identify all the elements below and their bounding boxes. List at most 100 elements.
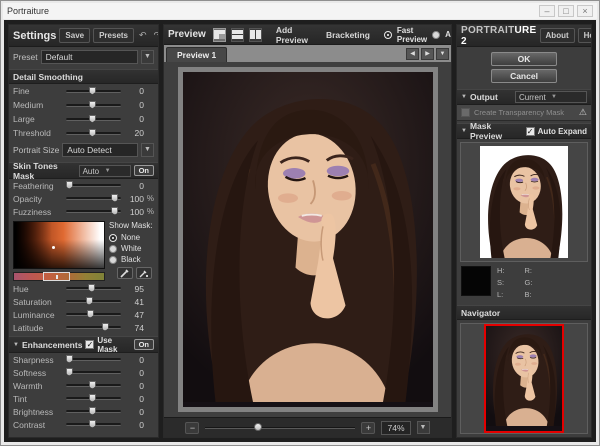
color-gradient-picker[interactable]: [13, 221, 105, 269]
preset-dropdown-icon[interactable]: ▼: [141, 50, 154, 64]
zoom-slider[interactable]: [205, 427, 355, 429]
cancel-button[interactable]: Cancel: [491, 69, 557, 83]
output-dropdown[interactable]: Current Layer▼: [515, 91, 587, 103]
show-mask-option[interactable]: Black: [109, 254, 154, 265]
tab-scroll-right-icon[interactable]: ▶: [421, 48, 434, 60]
collapse-icon[interactable]: ▼: [13, 342, 19, 348]
slider-thumb[interactable]: [89, 101, 96, 109]
tab-scroll-left-icon[interactable]: ◀: [406, 48, 419, 60]
zoom-out-button[interactable]: −: [185, 422, 199, 434]
maximize-button[interactable]: □: [558, 5, 574, 17]
radio-none[interactable]: [109, 234, 117, 242]
slider-thumb[interactable]: [89, 381, 96, 389]
tab-list-icon[interactable]: ▼: [436, 48, 449, 60]
auto-expand-checkbox[interactable]: ✓: [526, 127, 535, 136]
fast-preview-radio[interactable]: [384, 31, 392, 39]
portrait-size-dropdown-icon[interactable]: ▼: [141, 143, 154, 157]
single-view-button[interactable]: [213, 28, 226, 42]
medium-slider[interactable]: [66, 104, 121, 107]
close-button[interactable]: ×: [577, 5, 593, 17]
undo-icon[interactable]: ↶: [137, 29, 149, 42]
slider-row: Medium 0: [9, 98, 158, 112]
luminance-slider[interactable]: [66, 313, 121, 316]
skin-tones-mode-dropdown[interactable]: Auto▼: [79, 165, 131, 177]
fine-slider[interactable]: [66, 90, 121, 93]
slider-thumb[interactable]: [89, 129, 96, 137]
tint-slider[interactable]: [66, 397, 121, 400]
show-mask-option[interactable]: White: [109, 243, 154, 254]
saturation-label: Saturation: [13, 297, 63, 307]
use-mask-checkbox[interactable]: ✓: [85, 340, 94, 349]
portrait-size-row: Portrait Size Auto Detect ▼: [9, 140, 158, 160]
help-button[interactable]: Help: [578, 28, 592, 43]
eyedropper-plus-button[interactable]: [136, 267, 152, 279]
slider-thumb[interactable]: [89, 87, 96, 95]
slider-thumb[interactable]: [89, 407, 96, 415]
horizontal-split-view-button[interactable]: [231, 28, 244, 42]
hue-slider[interactable]: [66, 287, 121, 290]
slider-thumb[interactable]: [89, 420, 96, 428]
tab-preview-1[interactable]: Preview 1: [166, 47, 227, 62]
warmth-slider[interactable]: [66, 384, 121, 387]
color-picker-marker[interactable]: [52, 246, 55, 249]
latitude-value: 74: [124, 323, 144, 333]
zoom-preset-icon[interactable]: ▼: [417, 421, 430, 434]
slider-thumb[interactable]: [111, 194, 118, 202]
sharpness-slider[interactable]: [66, 358, 121, 361]
softness-slider[interactable]: [66, 371, 121, 374]
large-slider[interactable]: [66, 118, 121, 121]
hue-strip[interactable]: [13, 272, 105, 281]
zoom-in-button[interactable]: +: [361, 422, 375, 434]
feathering-slider[interactable]: [66, 184, 121, 187]
slider-thumb[interactable]: [89, 115, 96, 123]
threshold-label: Threshold: [13, 128, 63, 138]
navigator-box[interactable]: [460, 323, 588, 434]
redo-icon[interactable]: ↷: [152, 29, 159, 42]
enhancements-header: ▼ Enhancements ✓ Use Mask On: [9, 336, 158, 353]
threshold-slider[interactable]: [66, 132, 121, 135]
slider-thumb[interactable]: [88, 284, 95, 292]
zoom-slider-thumb[interactable]: [254, 423, 262, 431]
latitude-label: Latitude: [13, 323, 63, 333]
collapse-icon[interactable]: ▼: [461, 128, 467, 134]
navigator-view-rect[interactable]: [484, 324, 564, 433]
ok-button[interactable]: OK: [491, 52, 557, 66]
enhancements-on-button[interactable]: On: [134, 339, 154, 350]
preset-dropdown[interactable]: Default: [41, 50, 138, 64]
saturation-slider[interactable]: [66, 300, 121, 303]
add-preview-button[interactable]: Add Preview: [272, 24, 312, 47]
preview-image-area[interactable]: [164, 62, 451, 417]
contrast-slider[interactable]: [66, 423, 121, 426]
vertical-split-view-button[interactable]: [249, 28, 262, 42]
minimize-button[interactable]: –: [539, 5, 555, 17]
fuzziness-slider[interactable]: [66, 210, 121, 213]
transparency-checkbox[interactable]: ✓: [461, 108, 470, 117]
slider-thumb[interactable]: [111, 207, 118, 215]
slider-thumb[interactable]: [102, 323, 109, 331]
latitude-slider[interactable]: [66, 326, 121, 329]
slider-row: Feathering 0: [9, 179, 158, 192]
save-button[interactable]: Save: [59, 28, 90, 43]
presets-button[interactable]: Presets: [93, 28, 134, 43]
brightness-slider[interactable]: [66, 410, 121, 413]
slider-thumb[interactable]: [66, 368, 73, 376]
bracketing-button[interactable]: Bracketing: [322, 28, 374, 42]
collapse-icon[interactable]: ▼: [461, 94, 467, 100]
slider-thumb[interactable]: [66, 355, 73, 363]
accurate-radio[interactable]: [432, 31, 440, 39]
opacity-slider[interactable]: [66, 197, 121, 200]
slider-thumb[interactable]: [89, 394, 96, 402]
show-mask-option[interactable]: None: [109, 232, 154, 243]
skin-tones-on-button[interactable]: On: [134, 165, 154, 176]
radio-white[interactable]: [109, 245, 117, 253]
slider-row: Tint 0: [9, 392, 158, 405]
radio-black[interactable]: [109, 256, 117, 264]
hue-selection[interactable]: [43, 272, 70, 281]
zoom-value: 74%: [381, 421, 410, 435]
slider-thumb[interactable]: [87, 310, 94, 318]
about-button[interactable]: About: [540, 28, 575, 43]
portrait-size-dropdown[interactable]: Auto Detect: [62, 143, 138, 157]
eyedropper-button[interactable]: [117, 267, 133, 279]
slider-thumb[interactable]: [66, 181, 73, 189]
slider-thumb[interactable]: [86, 297, 93, 305]
